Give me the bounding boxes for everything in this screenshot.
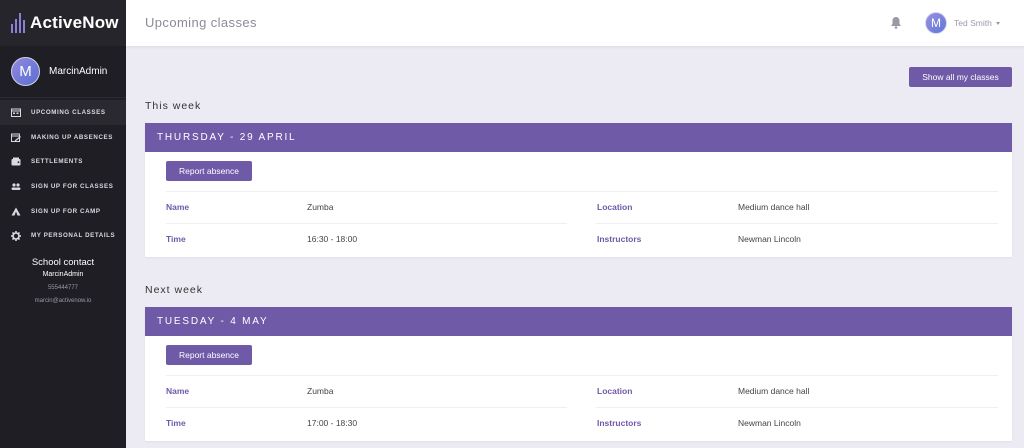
location-value: Medium dance hall bbox=[738, 202, 810, 212]
divider bbox=[166, 407, 567, 408]
report-absence-button[interactable]: Report absence bbox=[166, 161, 252, 181]
divider bbox=[166, 223, 567, 224]
brand-name: ActiveNow bbox=[30, 13, 119, 32]
day-body: Report absence Name Zumba Location Mediu… bbox=[145, 152, 1012, 257]
instructors-label: Instructors bbox=[597, 234, 642, 244]
sidebar-item-label: SIGN UP FOR CLASSES bbox=[31, 182, 114, 190]
divider bbox=[596, 407, 998, 408]
contact-email[interactable]: marcin@activenow.io bbox=[0, 298, 126, 304]
time-value: 17:00 - 18:30 bbox=[307, 418, 358, 428]
time-label: Time bbox=[166, 418, 186, 428]
contact-name: MarcinAdmin bbox=[42, 271, 84, 279]
sidebar-item-label: SIGN UP FOR CAMP bbox=[31, 207, 101, 215]
chevron-down-icon bbox=[995, 21, 1000, 25]
day-header: TUESDAY - 4 MAY bbox=[145, 307, 1012, 336]
sidebar-item-label: UPCOMING CLASSES bbox=[31, 108, 106, 116]
sidebar-item-upcoming-classes[interactable]: UPCOMING CLASSES bbox=[0, 100, 126, 125]
location-value: Medium dance hall bbox=[738, 386, 810, 396]
school-contact: School contact MarcinAdmin 555444777 mar… bbox=[0, 257, 126, 304]
day-card: THURSDAY - 29 APRIL Report absence Name … bbox=[145, 123, 1012, 257]
name-value: Zumba bbox=[307, 202, 334, 212]
bell-icon[interactable] bbox=[890, 16, 902, 29]
sidebar-item-label: MY PERSONAL DETAILS bbox=[31, 232, 116, 240]
instructors-value: Newman Lincoln bbox=[738, 418, 801, 428]
calendar-icon bbox=[11, 108, 21, 117]
sidebar-item-label: MAKING UP ABSENCES bbox=[31, 133, 113, 141]
report-absence-button[interactable]: Report absence bbox=[166, 345, 252, 365]
divider bbox=[596, 223, 998, 224]
profile-name: MarcinAdmin bbox=[49, 66, 108, 77]
name-label: Name bbox=[166, 386, 190, 396]
user-menu[interactable]: M Ted Smith bbox=[925, 12, 1000, 34]
contact-phone[interactable]: 555444777 bbox=[0, 285, 126, 291]
week-title: This week bbox=[145, 100, 202, 112]
day-body: Report absence Name Zumba Location Mediu… bbox=[145, 336, 1012, 441]
contact-title: School contact bbox=[31, 257, 95, 269]
sidebar-item-sign-up-for-camp[interactable]: SIGN UP FOR CAMP bbox=[0, 199, 126, 224]
sidebar-profile[interactable]: M MarcinAdmin bbox=[0, 46, 126, 98]
sidebar-item-settlements[interactable]: SETTLEMENTS bbox=[0, 149, 126, 174]
name-value: Zumba bbox=[307, 386, 334, 396]
top-header: Upcoming classes M Ted Smith bbox=[126, 0, 1024, 46]
class-details: Name Zumba Location Medium dance hall Ti… bbox=[166, 191, 998, 257]
sidebar-nav: UPCOMING CLASSES MAKING UP ABSENCES SETT… bbox=[0, 100, 126, 248]
instructors-value: Newman Lincoln bbox=[738, 234, 801, 244]
wallet-icon bbox=[11, 157, 21, 166]
sidebar-item-sign-up-for-classes[interactable]: SIGN UP FOR CLASSES bbox=[0, 174, 126, 199]
day-header: THURSDAY - 29 APRIL bbox=[145, 123, 1012, 152]
page-title: Upcoming classes bbox=[145, 15, 257, 30]
location-label: Location bbox=[597, 202, 633, 212]
sidebar-item-label: SETTLEMENTS bbox=[31, 158, 83, 166]
week-title: Next week bbox=[145, 284, 204, 296]
class-details: Name Zumba Location Medium dance hall Ti… bbox=[166, 375, 998, 441]
activenow-logo-icon bbox=[11, 13, 25, 33]
time-value: 16:30 - 18:00 bbox=[307, 234, 358, 244]
brand[interactable]: ActiveNow bbox=[0, 0, 126, 46]
tent-icon bbox=[11, 207, 21, 216]
time-label: Time bbox=[166, 234, 186, 244]
calendar-edit-icon bbox=[11, 133, 21, 142]
users-icon bbox=[11, 182, 21, 191]
show-all-classes-button[interactable]: Show all my classes bbox=[909, 67, 1012, 87]
sidebar: ActiveNow M MarcinAdmin UPCOMING CLASSES… bbox=[0, 0, 126, 448]
sidebar-item-my-personal-details[interactable]: MY PERSONAL DETAILS bbox=[0, 223, 126, 248]
avatar: M bbox=[925, 12, 947, 34]
user-name: Ted Smith bbox=[954, 18, 992, 28]
day-card: TUESDAY - 4 MAY Report absence Name Zumb… bbox=[145, 307, 1012, 441]
instructors-label: Instructors bbox=[597, 418, 642, 428]
gear-icon bbox=[11, 230, 21, 241]
avatar: M bbox=[11, 57, 40, 86]
sidebar-item-making-up-absences[interactable]: MAKING UP ABSENCES bbox=[0, 125, 126, 150]
name-label: Name bbox=[166, 202, 190, 212]
location-label: Location bbox=[597, 386, 633, 396]
